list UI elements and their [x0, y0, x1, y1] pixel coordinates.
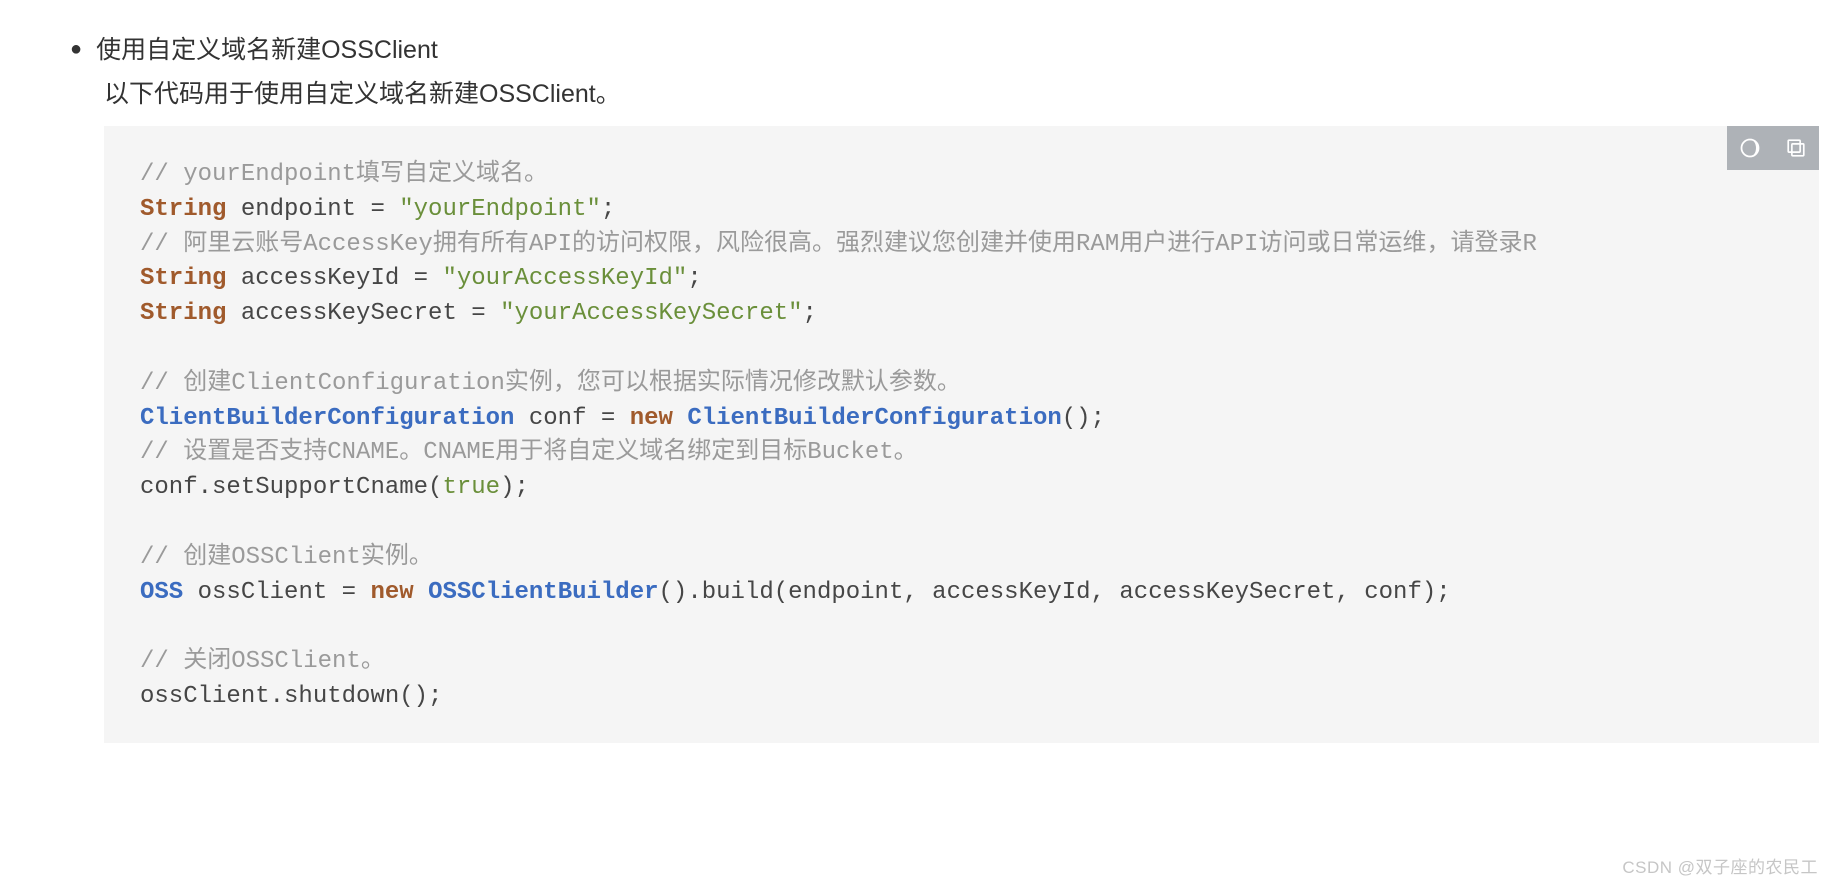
code-string: "yourAccessKeyId" — [442, 265, 687, 292]
code-content: // yourEndpoint填写自定义域名。 String endpoint … — [104, 126, 1819, 743]
code-text: accessKeyId = — [226, 265, 442, 292]
code-keyword: new — [630, 405, 673, 432]
code-string: "yourEndpoint" — [399, 196, 601, 223]
copy-icon — [1785, 137, 1807, 159]
code-text: ossClient.shutdown(); — [140, 683, 442, 710]
code-type: OSSClientBuilder — [428, 579, 658, 606]
bullet-heading-row: ● 使用自定义域名新建OSSClient — [70, 30, 1836, 70]
code-keyword: String — [140, 300, 226, 327]
code-comment: // 阿里云账号AccessKey拥有所有API的访问权限，风险很高。强烈建议您… — [140, 231, 1537, 258]
code-text: ); — [500, 474, 529, 501]
code-comment: // 创建ClientConfiguration实例，您可以根据实际情况修改默认… — [140, 370, 961, 397]
code-comment: // 设置是否支持CNAME。CNAME用于将自定义域名绑定到目标Bucket。 — [140, 439, 918, 466]
moon-icon — [1738, 136, 1762, 160]
code-text: ; — [601, 196, 615, 223]
code-type: OSS — [140, 579, 183, 606]
theme-toggle-button[interactable] — [1727, 126, 1773, 170]
code-text: ().build(endpoint, accessKeyId, accessKe… — [659, 579, 1451, 606]
code-comment: // yourEndpoint填写自定义域名。 — [140, 161, 548, 188]
code-string: "yourAccessKeySecret" — [500, 300, 802, 327]
code-text — [414, 579, 428, 606]
code-text: ossClient = — [183, 579, 370, 606]
code-text — [673, 405, 687, 432]
code-text: conf.setSupportCname( — [140, 474, 442, 501]
document-page: ● 使用自定义域名新建OSSClient 以下代码用于使用自定义域名新建OSSC… — [0, 0, 1836, 884]
code-text: ; — [687, 265, 701, 292]
code-type: ClientBuilderConfiguration — [687, 405, 1061, 432]
code-toolbar — [1727, 126, 1819, 170]
description-text: 以下代码用于使用自定义域名新建OSSClient。 — [104, 74, 1836, 114]
code-text: (); — [1062, 405, 1105, 432]
code-block: // yourEndpoint填写自定义域名。 String endpoint … — [104, 126, 1819, 743]
code-literal: true — [442, 474, 500, 501]
code-keyword: new — [370, 579, 413, 606]
code-type: ClientBuilderConfiguration — [140, 405, 514, 432]
code-text: accessKeySecret = — [226, 300, 500, 327]
code-text: conf = — [514, 405, 629, 432]
watermark-text: CSDN @双子座的农民工 — [1622, 853, 1818, 878]
code-text: endpoint = — [226, 196, 399, 223]
copy-button[interactable] — [1773, 126, 1819, 170]
bullet-icon: ● — [70, 30, 82, 68]
code-comment: // 创建OSSClient实例。 — [140, 544, 433, 571]
code-keyword: String — [140, 265, 226, 292]
code-comment: // 关闭OSSClient。 — [140, 648, 385, 675]
code-text: ; — [803, 300, 817, 327]
code-keyword: String — [140, 196, 226, 223]
heading-text: 使用自定义域名新建OSSClient — [96, 30, 438, 70]
